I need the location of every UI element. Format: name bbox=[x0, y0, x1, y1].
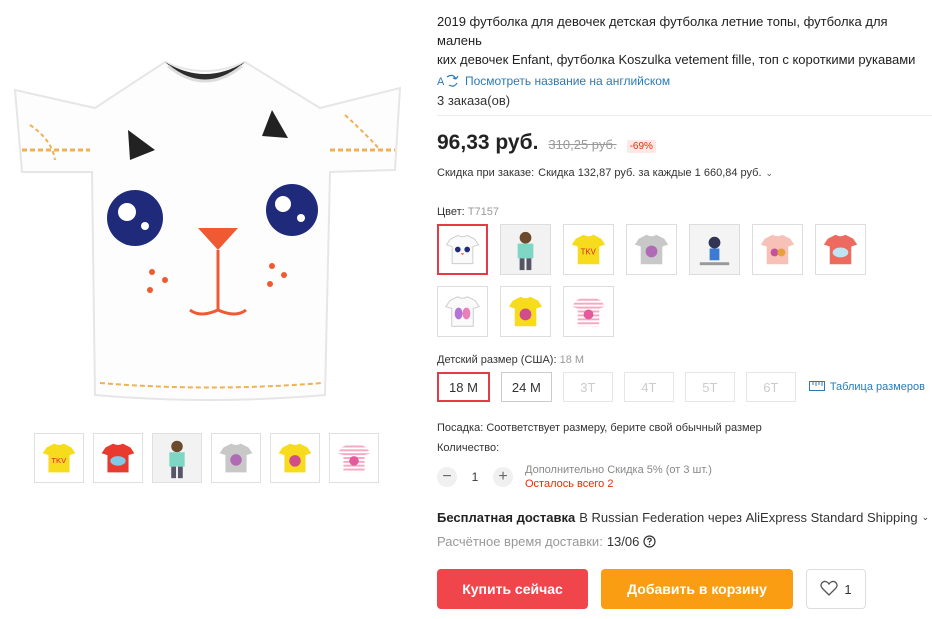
color-value: T7157 bbox=[467, 206, 499, 218]
thumbnail-grey-print[interactable] bbox=[211, 433, 261, 483]
size-option-4t: 4T bbox=[623, 372, 674, 402]
thumbnail-yellow-print[interactable] bbox=[270, 433, 320, 483]
color-label: Цвет: bbox=[437, 206, 465, 218]
size-options: 18 M 24 M 3T 4T 5T 6T Таблица размеров bbox=[437, 372, 932, 402]
swatch-grey-print[interactable] bbox=[626, 224, 677, 275]
swatch-yellow-print[interactable] bbox=[500, 286, 551, 337]
svg-text:A: A bbox=[437, 76, 445, 88]
help-icon[interactable] bbox=[643, 535, 656, 548]
quantity-minus-button[interactable]: − bbox=[437, 467, 457, 487]
thumbnail-girl-photo[interactable] bbox=[152, 433, 202, 483]
thumbnail-yellow-tkv[interactable]: TKV bbox=[34, 433, 84, 483]
fit-info: Посадка: Соответствует размеру, берите с… bbox=[437, 422, 762, 434]
swatch-red-whale[interactable] bbox=[815, 224, 866, 275]
price-row: 96,33 руб. 310,25 руб. -69% bbox=[437, 131, 932, 155]
svg-text:TKV: TKV bbox=[581, 247, 597, 256]
thumbnail-strip: TKV bbox=[34, 433, 379, 483]
swatch-white-figure[interactable] bbox=[689, 224, 740, 275]
product-details: 2019 футболка для девочек детская футбол… bbox=[437, 12, 932, 609]
add-to-cart-button[interactable]: Добавить в корзину bbox=[601, 569, 793, 609]
size-option-24m[interactable]: 24 M bbox=[500, 372, 552, 402]
heart-icon bbox=[820, 580, 839, 599]
swatch-pink-print[interactable] bbox=[752, 224, 803, 275]
thumbnail-red-whale[interactable] bbox=[93, 433, 143, 483]
swatch-yellow-tkv[interactable]: TKV bbox=[563, 224, 614, 275]
quantity-label: Количество: bbox=[437, 442, 500, 454]
tshirt-illustration bbox=[13, 60, 402, 401]
size-label: Детский размер (США): bbox=[437, 354, 557, 366]
orders-count: 3 заказа(ов) bbox=[437, 93, 511, 108]
quantity-value[interactable]: 1 bbox=[465, 470, 485, 484]
size-option-18m[interactable]: 18 M bbox=[437, 372, 490, 402]
main-product-image[interactable] bbox=[0, 0, 414, 420]
stock-left-note: Осталось всего 2 bbox=[525, 478, 614, 490]
color-label-row: Цвет: T7157 bbox=[437, 206, 932, 218]
free-shipping-label: Бесплатная доставка bbox=[437, 510, 576, 525]
translate-link-label: Посмотреть название на английском bbox=[465, 74, 671, 88]
discount-badge: -69% bbox=[626, 140, 656, 153]
coupon-info[interactable]: Скидка при заказе: Скидка 132,87 руб. за… bbox=[437, 167, 932, 179]
product-title: 2019 футболка для девочек детская футбол… bbox=[437, 14, 916, 67]
delivery-date: 13/06 bbox=[606, 534, 640, 549]
size-chart-label: Таблица размеров bbox=[829, 381, 925, 393]
wishlist-count: 1 bbox=[844, 581, 852, 597]
shipping-info[interactable]: Бесплатная доставка В Russian Federation… bbox=[437, 510, 932, 525]
coupon-label: Скидка при заказе: bbox=[437, 167, 535, 179]
shipping-method: В Russian Federation через AliExpress St… bbox=[579, 510, 918, 525]
chevron-down-icon: ⌄ bbox=[765, 167, 774, 178]
thumbnail-pink-stripes[interactable] bbox=[329, 433, 379, 483]
old-price: 310,25 руб. bbox=[548, 137, 617, 152]
action-buttons: Купить сейчас Добавить в корзину 1 bbox=[437, 569, 932, 609]
delivery-label: Расчётное время доставки: bbox=[437, 534, 603, 549]
translate-icon: A bbox=[437, 74, 459, 88]
divider bbox=[437, 115, 932, 116]
swatch-white-butterfly[interactable] bbox=[437, 286, 488, 337]
size-chart-link[interactable]: Таблица размеров bbox=[808, 380, 925, 394]
swatch-girl-photo[interactable] bbox=[500, 224, 551, 275]
ruler-icon bbox=[808, 380, 825, 394]
swatch-white-cat[interactable] bbox=[437, 224, 488, 275]
size-option-5t: 5T bbox=[684, 372, 735, 402]
size-label-row: Детский размер (США): 18 M bbox=[437, 354, 932, 366]
buy-now-button[interactable]: Купить сейчас bbox=[437, 569, 588, 609]
quantity-plus-button[interactable]: + bbox=[493, 467, 513, 487]
size-option-3t: 3T bbox=[562, 372, 613, 402]
translate-title-link[interactable]: A Посмотреть название на английском bbox=[437, 74, 932, 88]
wishlist-button[interactable]: 1 bbox=[806, 569, 866, 609]
size-value: 18 M bbox=[559, 354, 585, 366]
size-option-6t: 6T bbox=[745, 372, 796, 402]
color-swatches: TKV bbox=[437, 224, 887, 337]
delivery-estimate: Расчётное время доставки: 13/06 bbox=[437, 534, 932, 549]
quantity-stepper: − 1 + Дополнительно Скидка 5% (от 3 шт.)… bbox=[437, 463, 932, 491]
quantity-notes: Дополнительно Скидка 5% (от 3 шт.) Остал… bbox=[525, 463, 712, 491]
svg-text:TKV: TKV bbox=[51, 456, 67, 465]
coupon-text: Скидка 132,87 руб. за каждые 1 660,84 ру… bbox=[538, 167, 762, 179]
current-price: 96,33 руб. bbox=[437, 131, 539, 154]
extra-discount-note: Дополнительно Скидка 5% (от 3 шт.) bbox=[525, 464, 712, 476]
swatch-pink-stripes[interactable] bbox=[563, 286, 614, 337]
chevron-down-icon: ⌄ bbox=[921, 512, 930, 522]
